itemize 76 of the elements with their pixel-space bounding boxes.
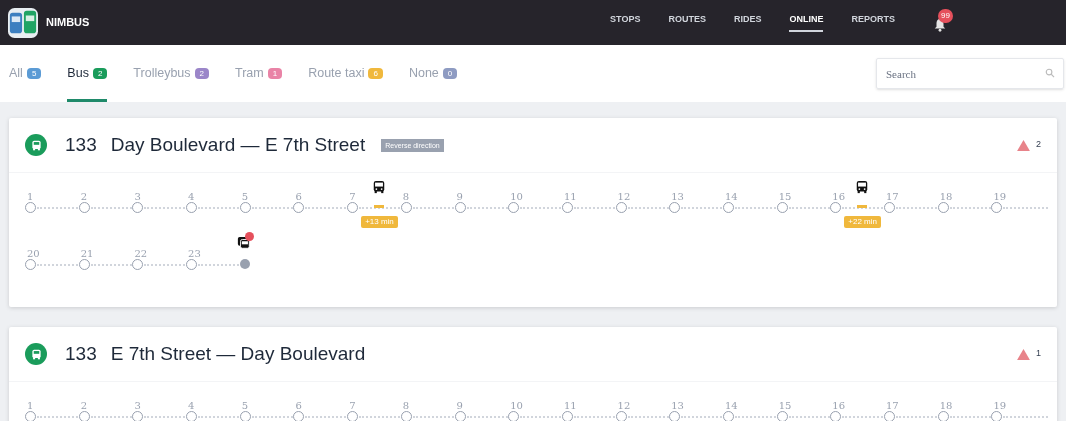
- delay-label: +22 min: [844, 216, 881, 228]
- stop-number: 12: [617, 399, 631, 413]
- stop-number: 1: [27, 190, 34, 204]
- count-badge: 2: [194, 68, 209, 79]
- stop-number: 16: [832, 190, 846, 204]
- search-icon: [1045, 68, 1055, 78]
- stop-number: 11: [563, 399, 577, 413]
- nav-link[interactable]: ONLINE: [789, 13, 824, 32]
- count-badge: 2: [92, 68, 108, 79]
- bus-stack-icon: [236, 236, 251, 250]
- count-badge: 1: [267, 68, 283, 79]
- app-name: NIMBUS: [46, 15, 90, 31]
- stop-number: 23: [188, 247, 201, 261]
- stop-number: 7: [349, 190, 356, 204]
- bus-icon: [372, 180, 387, 194]
- filter-tab[interactable]: Bus 2: [67, 45, 108, 102]
- count-badge: 5: [26, 68, 42, 79]
- route-name: E 7th Street — Day Boulevard: [110, 341, 366, 366]
- stop-number: 4: [188, 190, 195, 204]
- nav-link[interactable]: REPORTS: [851, 13, 895, 32]
- route-name: Day Boulevard — E 7th Street: [110, 132, 366, 157]
- stop-number: 5: [241, 399, 249, 413]
- delay-label: +13 min: [361, 216, 398, 228]
- count-badge: 0: [442, 68, 458, 79]
- stop-number: 3: [134, 399, 141, 413]
- notification-badge: 99: [938, 8, 953, 23]
- stop-number: 19: [993, 190, 1007, 204]
- stop-number: 5: [241, 190, 249, 204]
- stop-number: 15: [778, 399, 792, 413]
- stop-number: 2: [80, 399, 88, 413]
- route-line: [1003, 415, 1049, 418]
- route-line: [1003, 206, 1049, 209]
- stop-number: 14: [724, 190, 738, 204]
- stop-number: 17: [886, 190, 899, 204]
- stop-number: 1: [27, 399, 34, 413]
- route-number: 133: [65, 341, 97, 366]
- stop-number: 21: [80, 247, 94, 261]
- count-badge: 6: [368, 68, 383, 79]
- stop-number: 12: [617, 190, 631, 204]
- stop-number: 18: [939, 399, 953, 413]
- warning-icon: [1017, 348, 1030, 360]
- route-number: 133: [65, 132, 97, 157]
- stop-number: 15: [778, 190, 792, 204]
- stop-number: 2: [80, 190, 88, 204]
- stop-number: 17: [886, 399, 899, 413]
- stop-number: 20: [27, 247, 40, 261]
- stop-number: 16: [832, 399, 846, 413]
- nav-link[interactable]: STOPS: [610, 13, 641, 32]
- stop-number: 8: [402, 399, 410, 413]
- stop-number: 14: [724, 399, 738, 413]
- nav-link[interactable]: ROUTES: [668, 13, 706, 32]
- stop-number: 13: [671, 399, 684, 413]
- stop-number: 7: [349, 399, 356, 413]
- stop-number: 9: [456, 190, 463, 204]
- stop-number: 11: [563, 190, 577, 204]
- alert-count: 1: [1036, 347, 1041, 361]
- stop-number: 10: [510, 190, 523, 204]
- stop-number: 6: [295, 399, 302, 413]
- stop-number: 4: [188, 399, 195, 413]
- stop-number: 8: [402, 190, 410, 204]
- stop-number: 13: [671, 190, 684, 204]
- stop-number: 6: [295, 190, 302, 204]
- stop-number: 22: [134, 247, 148, 261]
- alert-count: 2: [1036, 138, 1041, 152]
- search-field[interactable]: Search: [876, 58, 1064, 89]
- logo-icon: [8, 7, 38, 38]
- bus-badge-icon: [25, 134, 47, 156]
- bus-icon: [855, 180, 870, 194]
- stop-number: 19: [993, 399, 1007, 413]
- stop-number: 10: [510, 399, 523, 413]
- bus-badge-icon: [25, 343, 47, 365]
- nav-link[interactable]: RIDES: [733, 13, 762, 32]
- stop-number: 3: [134, 190, 141, 204]
- warning-icon: [1017, 139, 1030, 151]
- stop-number: 18: [939, 190, 953, 204]
- stop-number: 9: [456, 399, 463, 413]
